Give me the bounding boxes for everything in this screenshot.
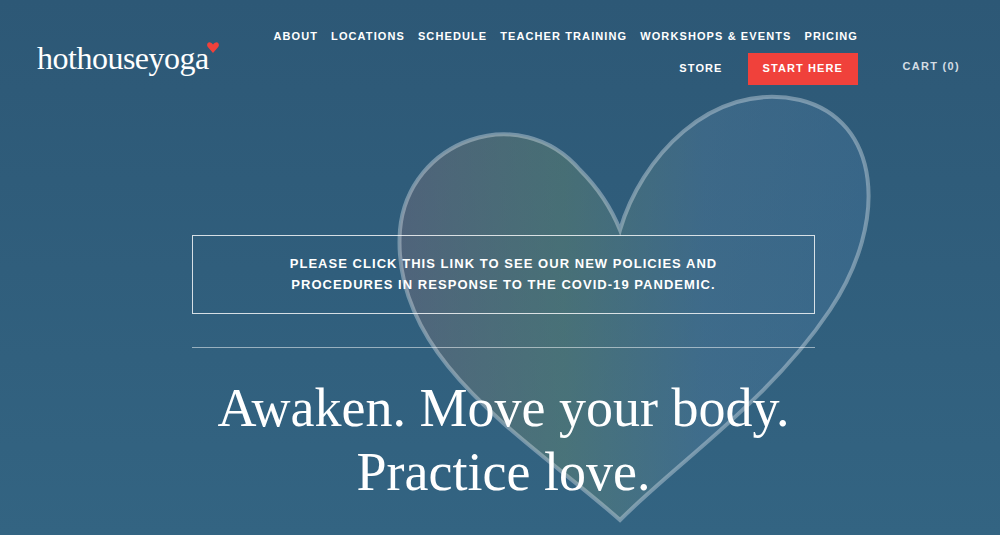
cart-link[interactable]: CART (0) <box>902 60 960 72</box>
logo[interactable]: hothouseyoga <box>0 28 288 76</box>
nav-row: ABOUT LOCATIONS SCHEDULE TEACHER TRAINING WO… <box>273 28 858 45</box>
nav-row: STORE START HERE <box>679 53 858 85</box>
headline-line: Practice love. <box>357 440 651 504</box>
nav-link[interactable]: STORE <box>679 60 722 77</box>
main-nav: ABOUTLOCATIONSSCHEDULETEACHER TRAININGWO… <box>288 28 858 85</box>
nav-link[interactable]: WORKSHOPS & EVENTS <box>640 28 791 45</box>
divider <box>192 347 815 348</box>
nav-link[interactable]: TEACHER TRAINING <box>500 28 627 45</box>
nav-link[interactable]: ABOUT <box>273 28 318 45</box>
headline-line: Awaken. Move your body. <box>218 376 790 440</box>
notice-line[interactable]: PLEASE CLICK THIS LINK TO SEE OUR NEW PO… <box>290 253 718 274</box>
heart-icon <box>207 42 219 53</box>
logo-text[interactable]: hothouseyoga <box>37 40 209 76</box>
nav-link[interactable]: SCHEDULE <box>418 28 487 45</box>
start-here-button[interactable]: START HERE <box>748 53 858 85</box>
nav-link[interactable]: PRICING <box>804 28 858 45</box>
headline: Awaken. Move your body.Practice love. <box>192 376 815 504</box>
covid-notice-link[interactable]: PLEASE CLICK THIS LINK TO SEE OUR NEW PO… <box>192 235 815 314</box>
nav-link[interactable]: LOCATIONS <box>331 28 405 45</box>
notice-line[interactable]: PROCEDURES IN RESPONSE TO THE COVID-19 P… <box>291 274 715 295</box>
